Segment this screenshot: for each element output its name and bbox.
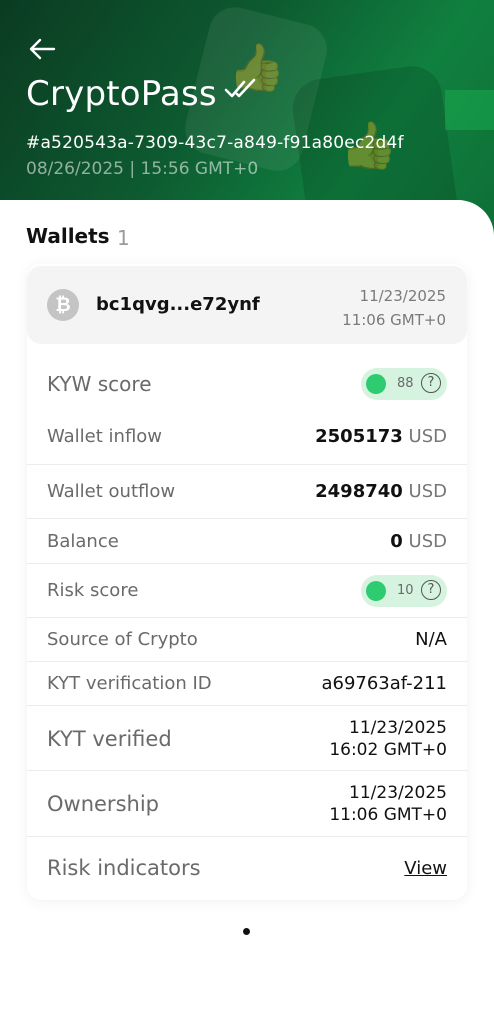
wallet-outflow-label: Wallet outflow — [47, 481, 176, 502]
score-status-dot — [366, 374, 386, 394]
source-row: Source of Crypto N/A — [27, 627, 467, 657]
ownership-label: Ownership — [47, 792, 159, 816]
wallet-inflow-unit: USD — [408, 426, 447, 447]
bitcoin-icon: ₿ — [47, 289, 79, 321]
ownership-value: 11/23/2025 11:06 GMT+0 — [329, 782, 447, 826]
wallet-outflow-row: Wallet outflow 2498740 USD — [27, 479, 467, 509]
wallet-outflow-value: 2498740 USD — [315, 481, 447, 502]
kyt-verified-date: 11/23/2025 — [349, 718, 447, 738]
kyt-id-row: KYT verification ID a69763af-211 — [27, 671, 467, 701]
wallet-outflow-unit: USD — [408, 481, 447, 502]
kyt-verified-time: 16:02 GMT+0 — [329, 740, 447, 760]
balance-amount: 0 — [390, 531, 403, 552]
risk-score-label: Risk score — [47, 580, 139, 601]
pass-timestamp: 08/26/2025 | 15:56 GMT+0 — [26, 159, 259, 179]
divider — [27, 617, 467, 618]
kyw-score-badge: 88 ? — [361, 368, 447, 400]
risk-indicators-label: Risk indicators — [47, 856, 201, 880]
kyw-score-value: 88 — [397, 376, 414, 391]
risk-indicators-row: Risk indicators View — [27, 852, 467, 886]
help-icon[interactable]: ? — [421, 373, 441, 393]
ownership-row: Ownership 11/23/2025 11:06 GMT+0 — [27, 780, 467, 828]
wallets-count: 1 — [117, 226, 130, 250]
help-icon[interactable]: ? — [421, 580, 441, 600]
source-label: Source of Crypto — [47, 629, 198, 650]
wallet-inflow-row: Wallet inflow 2505173 USD — [27, 424, 467, 454]
kyw-score-label: KYW score — [47, 372, 152, 396]
wallet-inflow-value: 2505173 USD — [315, 426, 447, 447]
source-value: N/A — [415, 629, 447, 650]
risk-score-badge: 10 ? — [361, 575, 447, 607]
risk-score-row: Risk score 10 ? — [27, 574, 467, 610]
divider — [27, 563, 467, 564]
pass-hash: #a520543a-7309-43c7-a849-f91a80ec2d4f — [26, 133, 404, 153]
wallets-heading: Wallets — [26, 224, 110, 248]
divider — [27, 464, 467, 465]
ownership-time: 11:06 GMT+0 — [329, 805, 447, 825]
wallet-address: bc1qvg...e72ynf — [96, 294, 260, 315]
kyt-verified-value: 11/23/2025 16:02 GMT+0 — [329, 717, 447, 761]
balance-unit: USD — [408, 531, 447, 552]
divider — [27, 518, 467, 519]
kyt-id-value: a69763af-211 — [321, 673, 447, 694]
balance-label: Balance — [47, 531, 119, 552]
wallet-date-day: 11/23/2025 — [359, 287, 446, 305]
divider — [27, 705, 467, 706]
double-check-icon — [224, 78, 256, 98]
divider — [27, 770, 467, 771]
wallet-date: 11/23/2025 11:06 GMT+0 — [342, 284, 446, 332]
divider — [27, 661, 467, 662]
kyt-verified-row: KYT verified 11/23/2025 16:02 GMT+0 — [27, 715, 467, 763]
divider — [27, 836, 467, 837]
risk-score-value: 10 — [397, 583, 414, 598]
page-indicator-dot[interactable] — [243, 928, 250, 935]
kyt-verified-label: KYT verified — [47, 727, 172, 751]
wallet-inflow-amount: 2505173 — [315, 426, 403, 447]
decorative-shape — [445, 90, 494, 130]
ownership-date: 11/23/2025 — [349, 783, 447, 803]
kyt-id-label: KYT verification ID — [47, 673, 212, 694]
balance-value: 0 USD — [390, 531, 447, 552]
score-status-dot — [366, 581, 386, 601]
wallet-date-time: 11:06 GMT+0 — [342, 311, 446, 329]
wallet-outflow-amount: 2498740 — [315, 481, 403, 502]
balance-row: Balance 0 USD — [27, 529, 467, 559]
page-title: CryptoPass — [26, 74, 217, 114]
back-arrow-icon[interactable] — [27, 34, 57, 64]
view-risk-indicators-link[interactable]: View — [404, 858, 447, 879]
wallet-inflow-label: Wallet inflow — [47, 426, 163, 447]
kyw-score-row: KYW score 88 ? — [27, 366, 467, 406]
